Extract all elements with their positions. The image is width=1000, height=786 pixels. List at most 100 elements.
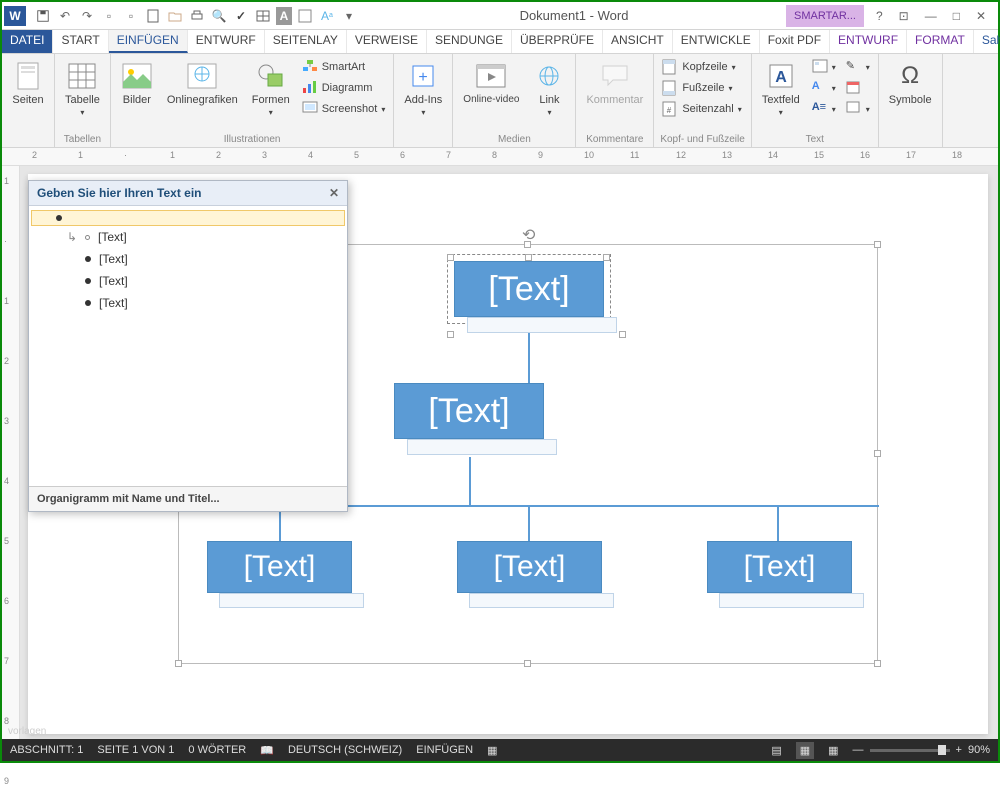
smartart-node[interactable]: [Text] xyxy=(457,541,602,593)
tab-einfuegen[interactable]: EINFÜGEN xyxy=(109,30,188,53)
textpane-item[interactable]: [Text] xyxy=(29,292,347,314)
tab-datei[interactable]: DATEI xyxy=(2,30,53,53)
kopfzeile-button[interactable]: Kopfzeile ▾ xyxy=(660,58,743,76)
help-icon[interactable]: ? xyxy=(872,9,887,23)
qat-more-icon[interactable]: ▾ xyxy=(340,7,358,25)
status-modus[interactable]: EINFÜGEN xyxy=(416,744,473,756)
group-tabellen: Tabellen xyxy=(61,132,104,145)
new-icon[interactable] xyxy=(144,7,162,25)
onlinevideo-button[interactable]: Online-video xyxy=(459,58,523,107)
tab-verweise[interactable]: VERWEISE xyxy=(347,30,427,53)
tab-smartart-format[interactable]: FORMAT xyxy=(907,30,974,53)
table-icon[interactable] xyxy=(254,7,272,25)
ruler-vertical[interactable]: 1·123456789 xyxy=(2,166,20,741)
account-name[interactable]: Salvisber... xyxy=(974,30,1000,53)
textpane-item[interactable]: [Text] xyxy=(29,248,347,270)
view-web-icon[interactable]: ▦ xyxy=(828,744,838,757)
onlinegrafiken-button[interactable]: Onlinegrafiken xyxy=(163,58,242,108)
view-print-icon[interactable]: ▦ xyxy=(796,742,814,759)
addins-button[interactable]: + Add-Ins▾ xyxy=(400,58,446,119)
tab-foxit[interactable]: Foxit PDF xyxy=(760,30,830,53)
styles-icon[interactable] xyxy=(296,7,314,25)
tab-seitenlayout[interactable]: SEITENLAY xyxy=(265,30,347,53)
smartart-subtitle[interactable] xyxy=(407,439,557,455)
zoom-in-icon[interactable]: + xyxy=(956,744,962,756)
preview-icon[interactable]: 🔍 xyxy=(210,7,228,25)
zoom-slider[interactable] xyxy=(870,749,950,752)
status-proof-icon[interactable]: 📖 xyxy=(260,744,274,757)
status-macro-icon[interactable]: ▦ xyxy=(487,744,497,757)
fusszeile-button[interactable]: Fußzeile ▾ xyxy=(660,79,743,97)
smartart-node[interactable]: [Text] xyxy=(207,541,352,593)
smartart-subtitle[interactable] xyxy=(467,317,617,333)
group-medien: Medien xyxy=(459,132,569,145)
quickparts-button[interactable]: ▾ xyxy=(810,58,838,76)
seitenzahl-button[interactable]: #Seitenzahl ▾ xyxy=(660,100,743,118)
smartart-tools-tab[interactable]: SMARTAR... xyxy=(786,5,864,27)
textpane-item[interactable]: [Text] xyxy=(29,270,347,292)
tab-entwurf[interactable]: ENTWURF xyxy=(188,30,265,53)
smartart-text-pane[interactable]: Geben Sie hier Ihren Text ein ✕ [Text] [… xyxy=(28,180,348,512)
textpane-item[interactable]: [Text] xyxy=(29,226,347,248)
tab-start[interactable]: START xyxy=(53,30,108,53)
symbole-button[interactable]: Ω Symbole xyxy=(885,58,936,108)
zoom-out-icon[interactable]: — xyxy=(853,744,864,756)
link-button[interactable]: Link▾ xyxy=(529,58,569,119)
smartart-node[interactable]: [Text] xyxy=(394,383,544,439)
tab-ueberpruefen[interactable]: ÜBERPRÜFE xyxy=(512,30,603,53)
status-seite[interactable]: SEITE 1 VON 1 xyxy=(97,744,174,756)
print-icon[interactable] xyxy=(188,7,206,25)
signature-button[interactable]: ✎▾ xyxy=(844,58,872,76)
window-title: Dokument1 - Word xyxy=(362,8,786,23)
undo-icon[interactable]: ↶ xyxy=(56,7,74,25)
status-woerter[interactable]: 0 WÖRTER xyxy=(188,744,246,756)
screenshot-button[interactable]: Screenshot▾ xyxy=(300,100,388,118)
seiten-button[interactable]: Seiten xyxy=(8,58,48,108)
textpane-close-icon[interactable]: ✕ xyxy=(329,186,339,200)
minimize-icon[interactable]: — xyxy=(921,9,941,23)
bilder-button[interactable]: Bilder xyxy=(117,58,157,108)
zoom-level[interactable]: 90% xyxy=(968,744,990,756)
redo-icon[interactable]: ↷ xyxy=(78,7,96,25)
rotate-handle-icon[interactable]: ⟲ xyxy=(522,225,535,245)
open-icon[interactable] xyxy=(166,7,184,25)
smartart-node[interactable]: [Text] xyxy=(707,541,852,593)
diagramm-button[interactable]: Diagramm xyxy=(300,79,388,97)
object-button[interactable]: ▾ xyxy=(844,100,872,118)
smartart-subtitle[interactable] xyxy=(719,593,864,608)
maximize-icon[interactable]: □ xyxy=(949,9,964,23)
group-kopf: Kopf- und Fußzeile xyxy=(660,132,745,145)
word-logo: W xyxy=(4,6,26,26)
spell-icon[interactable]: ✓ xyxy=(232,7,250,25)
tab-smartart-entwurf[interactable]: ENTWURF xyxy=(830,30,907,53)
tabelle-button[interactable]: Tabelle▾ xyxy=(61,58,104,119)
tab-sendungen[interactable]: SENDUNGE xyxy=(427,30,512,53)
smartart-subtitle[interactable] xyxy=(469,593,614,608)
save-icon[interactable] xyxy=(34,7,52,25)
view-readmode-icon[interactable]: ▤ xyxy=(771,744,781,757)
status-abschnitt[interactable]: ABSCHNITT: 1 xyxy=(10,744,83,756)
watermark: vorlagen xyxy=(8,726,46,737)
group-kommentare: Kommentare xyxy=(582,132,647,145)
textpane-layout-name[interactable]: Organigramm mit Name und Titel... xyxy=(29,486,347,511)
wordart-button[interactable]: A▾ xyxy=(810,79,838,97)
tab-ansicht[interactable]: ANSICHT xyxy=(603,30,673,53)
smartart-button[interactable]: SmartArt xyxy=(300,58,388,76)
qat-icon[interactable]: ▫ xyxy=(122,7,140,25)
textpane-item[interactable] xyxy=(31,210,345,226)
formen-button[interactable]: Formen▾ xyxy=(248,58,294,119)
datetime-button[interactable] xyxy=(844,79,872,97)
font-icon[interactable]: A xyxy=(276,7,292,25)
ruler-horizontal[interactable]: 21·123456789101112131415161718 xyxy=(2,148,998,166)
tab-entwickler[interactable]: ENTWICKLE xyxy=(673,30,760,53)
dropcap-button[interactable]: A≡▾ xyxy=(810,100,838,118)
smartart-subtitle[interactable] xyxy=(219,593,364,608)
smartart-node-root[interactable]: [Text] xyxy=(454,261,604,317)
ribbon-display-icon[interactable]: ⊡ xyxy=(895,9,913,23)
textfeld-button[interactable]: A Textfeld▾ xyxy=(758,58,804,119)
close-icon[interactable]: ✕ xyxy=(972,9,990,23)
svg-text:A: A xyxy=(775,69,787,86)
qat-icon[interactable]: ▫ xyxy=(100,7,118,25)
status-sprache[interactable]: DEUTSCH (SCHWEIZ) xyxy=(288,744,402,756)
font-size-icon[interactable]: Aa xyxy=(318,7,336,25)
